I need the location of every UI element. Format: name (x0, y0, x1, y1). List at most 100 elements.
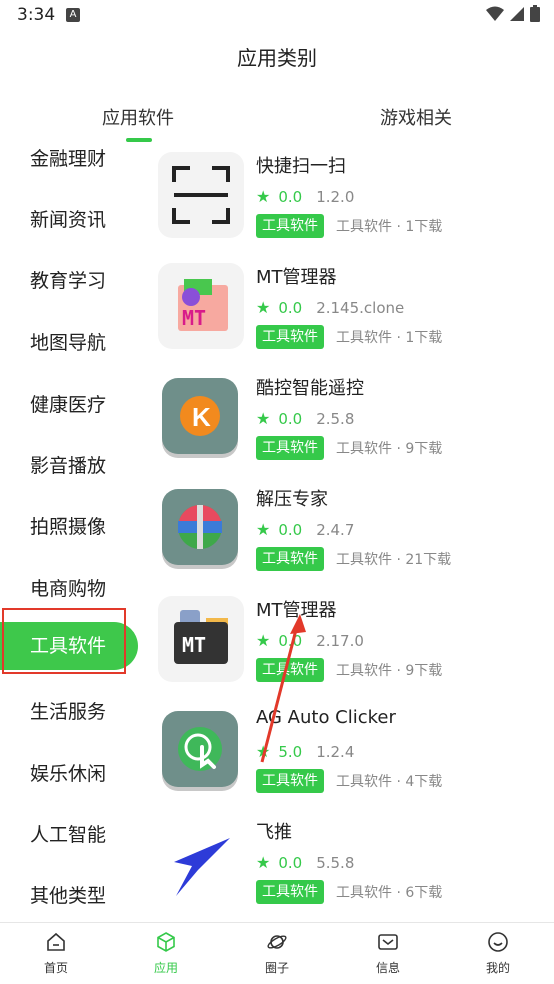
wifi-icon (486, 6, 504, 21)
list-item[interactable]: MT MT管理器 ★ 0.0 2.17.0 工具软件 工具软件 · 9下载 (158, 594, 554, 694)
cube-icon (157, 932, 175, 952)
star-icon: ★ (256, 298, 271, 317)
nav-label: 首页 (43, 961, 68, 975)
list-item[interactable]: MT MT管理器 ★ 0.0 2.145.clone 工具软件 工具软件 · 1… (158, 261, 554, 361)
tab-apps[interactable]: 应用软件 (102, 104, 174, 130)
tab-games[interactable]: 游戏相关 (380, 104, 452, 130)
category-tag: 工具软件 (256, 547, 324, 571)
nav-label: 我的 (485, 961, 510, 975)
sidebar-item-ai[interactable]: 人工智能 (30, 820, 106, 847)
app-name: AG Auto Clicker (256, 707, 396, 728)
sidebar-item-other[interactable]: 其他类型 (30, 881, 106, 908)
nav-circle[interactable]: 圈子 (237, 931, 317, 976)
app-version: 1.2.0 (316, 187, 355, 206)
category-tag: 工具软件 (256, 325, 324, 349)
category-tag: 工具软件 (256, 436, 324, 460)
feitui-icon (158, 818, 244, 904)
app-rating: 0.0 (278, 187, 303, 206)
remote-control-icon: K (158, 374, 244, 460)
star-icon: ★ (256, 187, 271, 206)
home-icon (47, 932, 65, 951)
sidebar-item-media[interactable]: 影音播放 (30, 451, 106, 478)
app-rating: 5.0 (278, 742, 303, 761)
app-downloads: 工具软件 · 21下载 (336, 552, 452, 568)
app-name: MT管理器 (256, 267, 337, 288)
smile-icon (488, 932, 508, 952)
scan-icon (158, 152, 244, 238)
app-downloads: 工具软件 · 1下载 (336, 330, 443, 346)
list-item[interactable]: 快捷扫一扫 ★ 0.0 1.2.0 工具软件 工具软件 · 1下载 (158, 150, 554, 250)
svg-text:MT: MT (182, 306, 206, 330)
category-tag: 工具软件 (256, 769, 324, 793)
status-time: 3:34 (17, 5, 56, 25)
nav-messages[interactable]: 信息 (348, 931, 428, 976)
app-downloads: 工具软件 · 9下载 (336, 663, 443, 679)
sidebar-item-education[interactable]: 教育学习 (30, 266, 106, 293)
sidebar-item-entertainment[interactable]: 娱乐休闲 (30, 759, 106, 786)
app-name: 酷控智能遥控 (256, 378, 364, 399)
app-name: 快捷扫一扫 (256, 156, 346, 177)
unzip-icon (158, 485, 244, 571)
star-icon: ★ (256, 409, 271, 428)
app-name: MT管理器 (256, 600, 337, 621)
nav-label: 应用 (153, 961, 178, 975)
annotation-highlight-box (2, 608, 126, 674)
app-name: 飞推 (256, 822, 292, 843)
star-icon: ★ (256, 853, 271, 872)
sidebar-item-camera[interactable]: 拍照摄像 (30, 512, 106, 539)
star-icon: ★ (256, 520, 271, 539)
star-icon: ★ (256, 742, 271, 761)
sidebar-item-finance[interactable]: 金融理财 (30, 144, 106, 171)
mt-manager-clone-icon: MT (158, 263, 244, 349)
sidebar-item-health[interactable]: 健康医疗 (30, 390, 106, 417)
svg-text:K: K (192, 402, 211, 432)
app-version: 1.2.4 (316, 742, 355, 761)
app-rating: 0.0 (278, 520, 303, 539)
app-downloads: 工具软件 · 9下载 (336, 441, 443, 457)
nav-label: 圈子 (264, 961, 289, 975)
category-tag: 工具软件 (256, 658, 324, 682)
app-rating: 0.0 (278, 409, 303, 428)
bottom-nav: 首页 应用 圈子 信息 我的 (0, 922, 554, 984)
svg-text:MT: MT (182, 633, 206, 657)
list-item[interactable]: 飞推 ★ 0.0 5.5.8 工具软件 工具软件 · 6下载 (158, 816, 554, 916)
sidebar-item-maps[interactable]: 地图导航 (30, 328, 106, 355)
app-downloads: 工具软件 · 1下载 (336, 219, 443, 235)
category-tag: 工具软件 (256, 880, 324, 904)
app-rating: 0.0 (278, 853, 303, 872)
app-version: 2.17.0 (316, 631, 364, 650)
status-icons (486, 5, 540, 22)
app-name: 解压专家 (256, 489, 328, 510)
mail-icon (378, 934, 398, 950)
nav-label: 信息 (375, 961, 400, 975)
sidebar-item-news[interactable]: 新闻资讯 (30, 205, 106, 232)
sidebar-item-life[interactable]: 生活服务 (30, 697, 106, 724)
nav-home[interactable]: 首页 (16, 931, 96, 976)
page-title: 应用类别 (237, 46, 317, 70)
star-icon: ★ (256, 631, 271, 650)
list-item[interactable]: AG Auto Clicker ★ 5.0 1.2.4 工具软件 工具软件 · … (158, 705, 554, 805)
auto-clicker-icon (158, 707, 244, 793)
app-downloads: 工具软件 · 4下载 (336, 774, 443, 790)
nav-apps[interactable]: 应用 (126, 931, 206, 976)
app-downloads: 工具软件 · 6下载 (336, 885, 443, 901)
notification-icon: A (66, 8, 80, 22)
list-item[interactable]: K 酷控智能遥控 ★ 0.0 2.5.8 工具软件 工具软件 · 9下载 (158, 372, 554, 472)
app-version: 2.4.7 (316, 520, 355, 539)
app-version: 5.5.8 (316, 853, 355, 872)
app-rating: 0.0 (278, 631, 303, 650)
planet-icon (267, 935, 287, 949)
status-bar: 3:34 A (0, 0, 554, 34)
signal-icon (510, 6, 524, 21)
category-tabs: 应用软件 游戏相关 (0, 104, 554, 144)
tab-indicator (126, 138, 152, 142)
category-tag: 工具软件 (256, 214, 324, 238)
list-item[interactable]: 解压专家 ★ 0.0 2.4.7 工具软件 工具软件 · 21下载 (158, 483, 554, 583)
nav-me[interactable]: 我的 (458, 931, 538, 976)
mt-manager-icon: MT (158, 596, 244, 682)
app-version: 2.145.clone (316, 298, 405, 317)
app-rating: 0.0 (278, 298, 303, 317)
battery-icon (530, 5, 540, 22)
app-version: 2.5.8 (316, 409, 355, 428)
sidebar-item-shopping[interactable]: 电商购物 (30, 574, 106, 601)
